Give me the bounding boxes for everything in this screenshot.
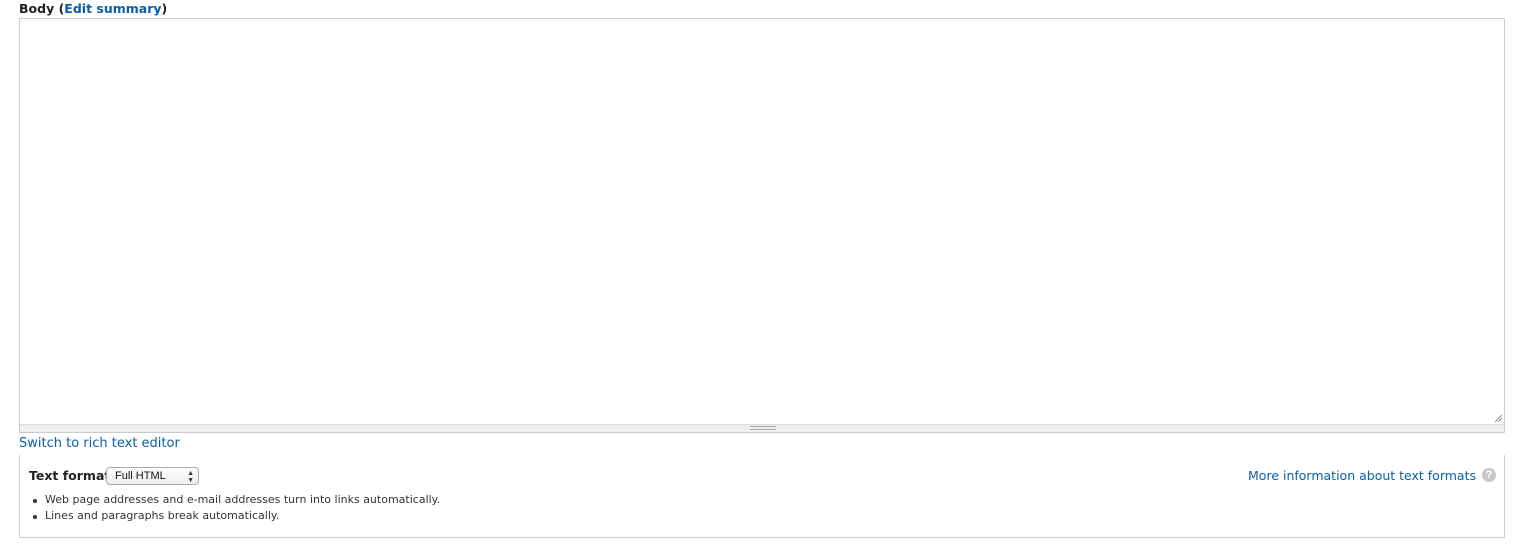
select-arrows-icon: ▲ ▼: [187, 470, 194, 484]
body-textarea[interactable]: [20, 19, 1504, 424]
grip-lines-icon: [750, 426, 776, 430]
more-info-text-formats-link[interactable]: More information about text formats: [1248, 468, 1476, 484]
question-circle-icon[interactable]: ?: [1482, 468, 1496, 482]
tip-item: Web page addresses and e-mail addresses …: [29, 492, 440, 508]
text-format-wrapper: Text format Full HTML ▲ ▼ More informatio…: [19, 455, 1505, 538]
text-format-label: Text format: [29, 468, 111, 483]
resize-corner-icon[interactable]: [1494, 414, 1502, 422]
body-field-label: Body (Edit summary): [19, 1, 168, 16]
switch-rich-text-editor-link[interactable]: Switch to rich text editor: [19, 436, 180, 452]
body-editor: [19, 18, 1505, 433]
text-format-selected-value: Full HTML: [115, 470, 166, 482]
text-format-tips: Web page addresses and e-mail addresses …: [29, 492, 440, 524]
tip-item: Lines and paragraphs break automatically…: [29, 508, 440, 524]
text-format-select[interactable]: Full HTML ▲ ▼: [106, 467, 199, 485]
body-label-text: Body: [19, 1, 55, 16]
textarea-resize-grippie[interactable]: [20, 424, 1504, 432]
edit-summary-link[interactable]: Edit summary: [64, 1, 161, 16]
